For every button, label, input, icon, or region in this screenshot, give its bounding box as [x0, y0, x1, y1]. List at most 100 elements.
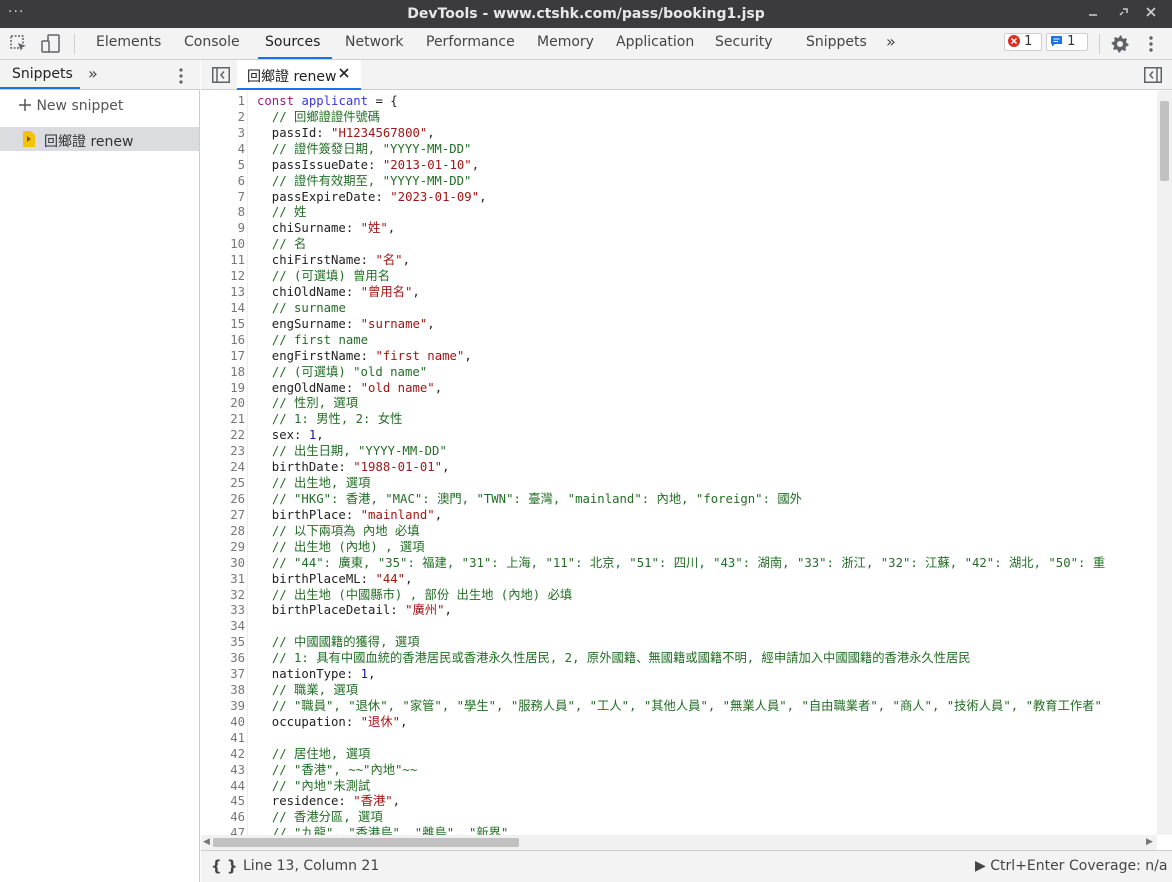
line-number[interactable]: 28: [201, 523, 245, 539]
line-number[interactable]: 15: [201, 316, 245, 332]
messages-badge[interactable]: 1: [1046, 33, 1088, 51]
line-number[interactable]: 13: [201, 284, 245, 300]
line-number[interactable]: 40: [201, 714, 245, 730]
line-number[interactable]: 4: [201, 141, 245, 157]
line-number[interactable]: 46: [201, 809, 245, 825]
line-number[interactable]: 17: [201, 348, 245, 364]
line-number[interactable]: 20: [201, 395, 245, 411]
run-snippet-button[interactable]: ▶ Ctrl+Enter: [975, 858, 1064, 874]
line-number[interactable]: 27: [201, 507, 245, 523]
line-number[interactable]: 26: [201, 491, 245, 507]
line-number[interactable]: 36: [201, 650, 245, 666]
more-tabs-icon[interactable]: »: [886, 32, 896, 51]
line-number[interactable]: 32: [201, 587, 245, 603]
line-number[interactable]: 5: [201, 157, 245, 173]
tab-snippets[interactable]: Snippets: [806, 34, 867, 50]
scroll-left-icon[interactable]: ◀: [203, 837, 210, 847]
line-number[interactable]: 7: [201, 189, 245, 205]
line-number[interactable]: 23: [201, 443, 245, 459]
line-number[interactable]: 12: [201, 268, 245, 284]
line-number[interactable]: 37: [201, 666, 245, 682]
close-tab-icon[interactable]: [339, 67, 349, 82]
line-number[interactable]: 31: [201, 571, 245, 587]
code-editor[interactable]: 1 const applicant = {2 // 回鄉證證件號碼 3 passId…: [201, 91, 1157, 835]
code-text: // 香港分區, 選項: [271, 810, 383, 825]
line-number[interactable]: 16: [201, 332, 245, 348]
line-number[interactable]: 29: [201, 539, 245, 555]
line-number[interactable]: 47: [201, 825, 245, 835]
line-number[interactable]: 1: [201, 93, 245, 109]
line-number[interactable]: 2: [201, 109, 245, 125]
line-number[interactable]: 11: [201, 252, 245, 268]
line-number[interactable]: 35: [201, 634, 245, 650]
code-text: birthPlace: "mainland",: [257, 507, 443, 522]
code-text: sex: 1,: [257, 428, 324, 443]
line-number[interactable]: 8: [201, 204, 245, 220]
navigator-more-icon[interactable]: »: [88, 64, 98, 83]
toolbar-divider: [1099, 34, 1100, 54]
restore-icon[interactable]: [1118, 6, 1130, 21]
line-number[interactable]: 25: [201, 475, 245, 491]
snippet-item[interactable]: 回鄉證 renew: [0, 127, 199, 151]
code-text: // 證件簽發日期, "YYYY-MM-DD": [271, 141, 472, 156]
line-number[interactable]: 10: [201, 236, 245, 252]
settings-gear-icon[interactable]: [1110, 34, 1130, 58]
tab-sources[interactable]: Sources: [265, 34, 320, 50]
file-tab[interactable]: 回鄉證 renew: [237, 60, 361, 90]
code-text: occupation: "退休",: [257, 714, 408, 729]
line-number[interactable]: 9: [201, 220, 245, 236]
device-toolbar-icon[interactable]: [41, 34, 61, 58]
horizontal-scroll-thumb[interactable]: [213, 838, 519, 847]
line-number[interactable]: 24: [201, 459, 245, 475]
line-number[interactable]: 34: [201, 618, 245, 634]
line-number[interactable]: 14: [201, 300, 245, 316]
tab-security[interactable]: Security: [715, 34, 773, 50]
line-number[interactable]: 21: [201, 411, 245, 427]
code-text: // "HKG": 香港, "MAC": 澳門, "TWN": 臺灣, "mai…: [271, 492, 802, 506]
scroll-right-icon[interactable]: ▶: [1146, 837, 1153, 847]
line-number[interactable]: 18: [201, 364, 245, 380]
more-options-icon[interactable]: [1148, 35, 1154, 57]
code-text: // 居住地, 選項: [271, 746, 371, 761]
vertical-scroll-thumb[interactable]: [1160, 101, 1169, 181]
minimize-icon[interactable]: [1088, 6, 1098, 21]
toggle-debugger-icon[interactable]: [1144, 67, 1162, 87]
line-number[interactable]: 19: [201, 380, 245, 396]
navigator-tab-indicator: [0, 87, 80, 89]
errors-badge[interactable]: 1: [1004, 33, 1042, 51]
tab-console[interactable]: Console: [184, 34, 240, 50]
line-number[interactable]: 44: [201, 778, 245, 794]
line-number[interactable]: 45: [201, 793, 245, 809]
tab-network[interactable]: Network: [345, 34, 403, 50]
pretty-print-button[interactable]: { }: [211, 857, 238, 875]
line-number[interactable]: 43: [201, 762, 245, 778]
close-window-icon[interactable]: [1145, 6, 1157, 21]
vertical-scrollbar[interactable]: [1157, 91, 1172, 835]
code-text: // "內地"未測試: [271, 778, 371, 793]
line-number[interactable]: 6: [201, 173, 245, 189]
tab-memory[interactable]: Memory: [537, 34, 594, 50]
line-number[interactable]: 30: [201, 555, 245, 571]
code-text: // 性別, 選項: [271, 396, 359, 411]
code-text: // "職員", "退休", "家管", "學生", "服務人員", "工人",…: [271, 698, 1102, 713]
line-number[interactable]: 33: [201, 602, 245, 618]
line-number[interactable]: 38: [201, 682, 245, 698]
line-number[interactable]: 41: [201, 730, 245, 746]
line-number[interactable]: 22: [201, 427, 245, 443]
navigator-menu-icon[interactable]: [178, 67, 184, 89]
navigator-tab-snippets[interactable]: Snippets: [12, 66, 73, 82]
horizontal-scrollbar[interactable]: ◀ ▶: [201, 835, 1157, 850]
toggle-navigator-icon[interactable]: [212, 67, 230, 87]
new-snippet-button[interactable]: New snippet: [18, 98, 123, 114]
line-number[interactable]: 39: [201, 698, 245, 714]
tab-elements[interactable]: Elements: [96, 34, 161, 50]
tab-application[interactable]: Application: [616, 34, 694, 50]
inspect-element-icon[interactable]: [10, 35, 28, 57]
code-text: // "44": 廣東, "35": 福建, "31": 上海, "11": 北…: [271, 555, 1106, 570]
code-text: passId: "H1234567800",: [257, 125, 435, 140]
tab-performance[interactable]: Performance: [426, 34, 515, 50]
toolbar-divider: [74, 34, 75, 54]
editor-tabbar: 回鄉證 renew: [201, 60, 1172, 90]
line-number[interactable]: 3: [201, 125, 245, 141]
line-number[interactable]: 42: [201, 746, 245, 762]
